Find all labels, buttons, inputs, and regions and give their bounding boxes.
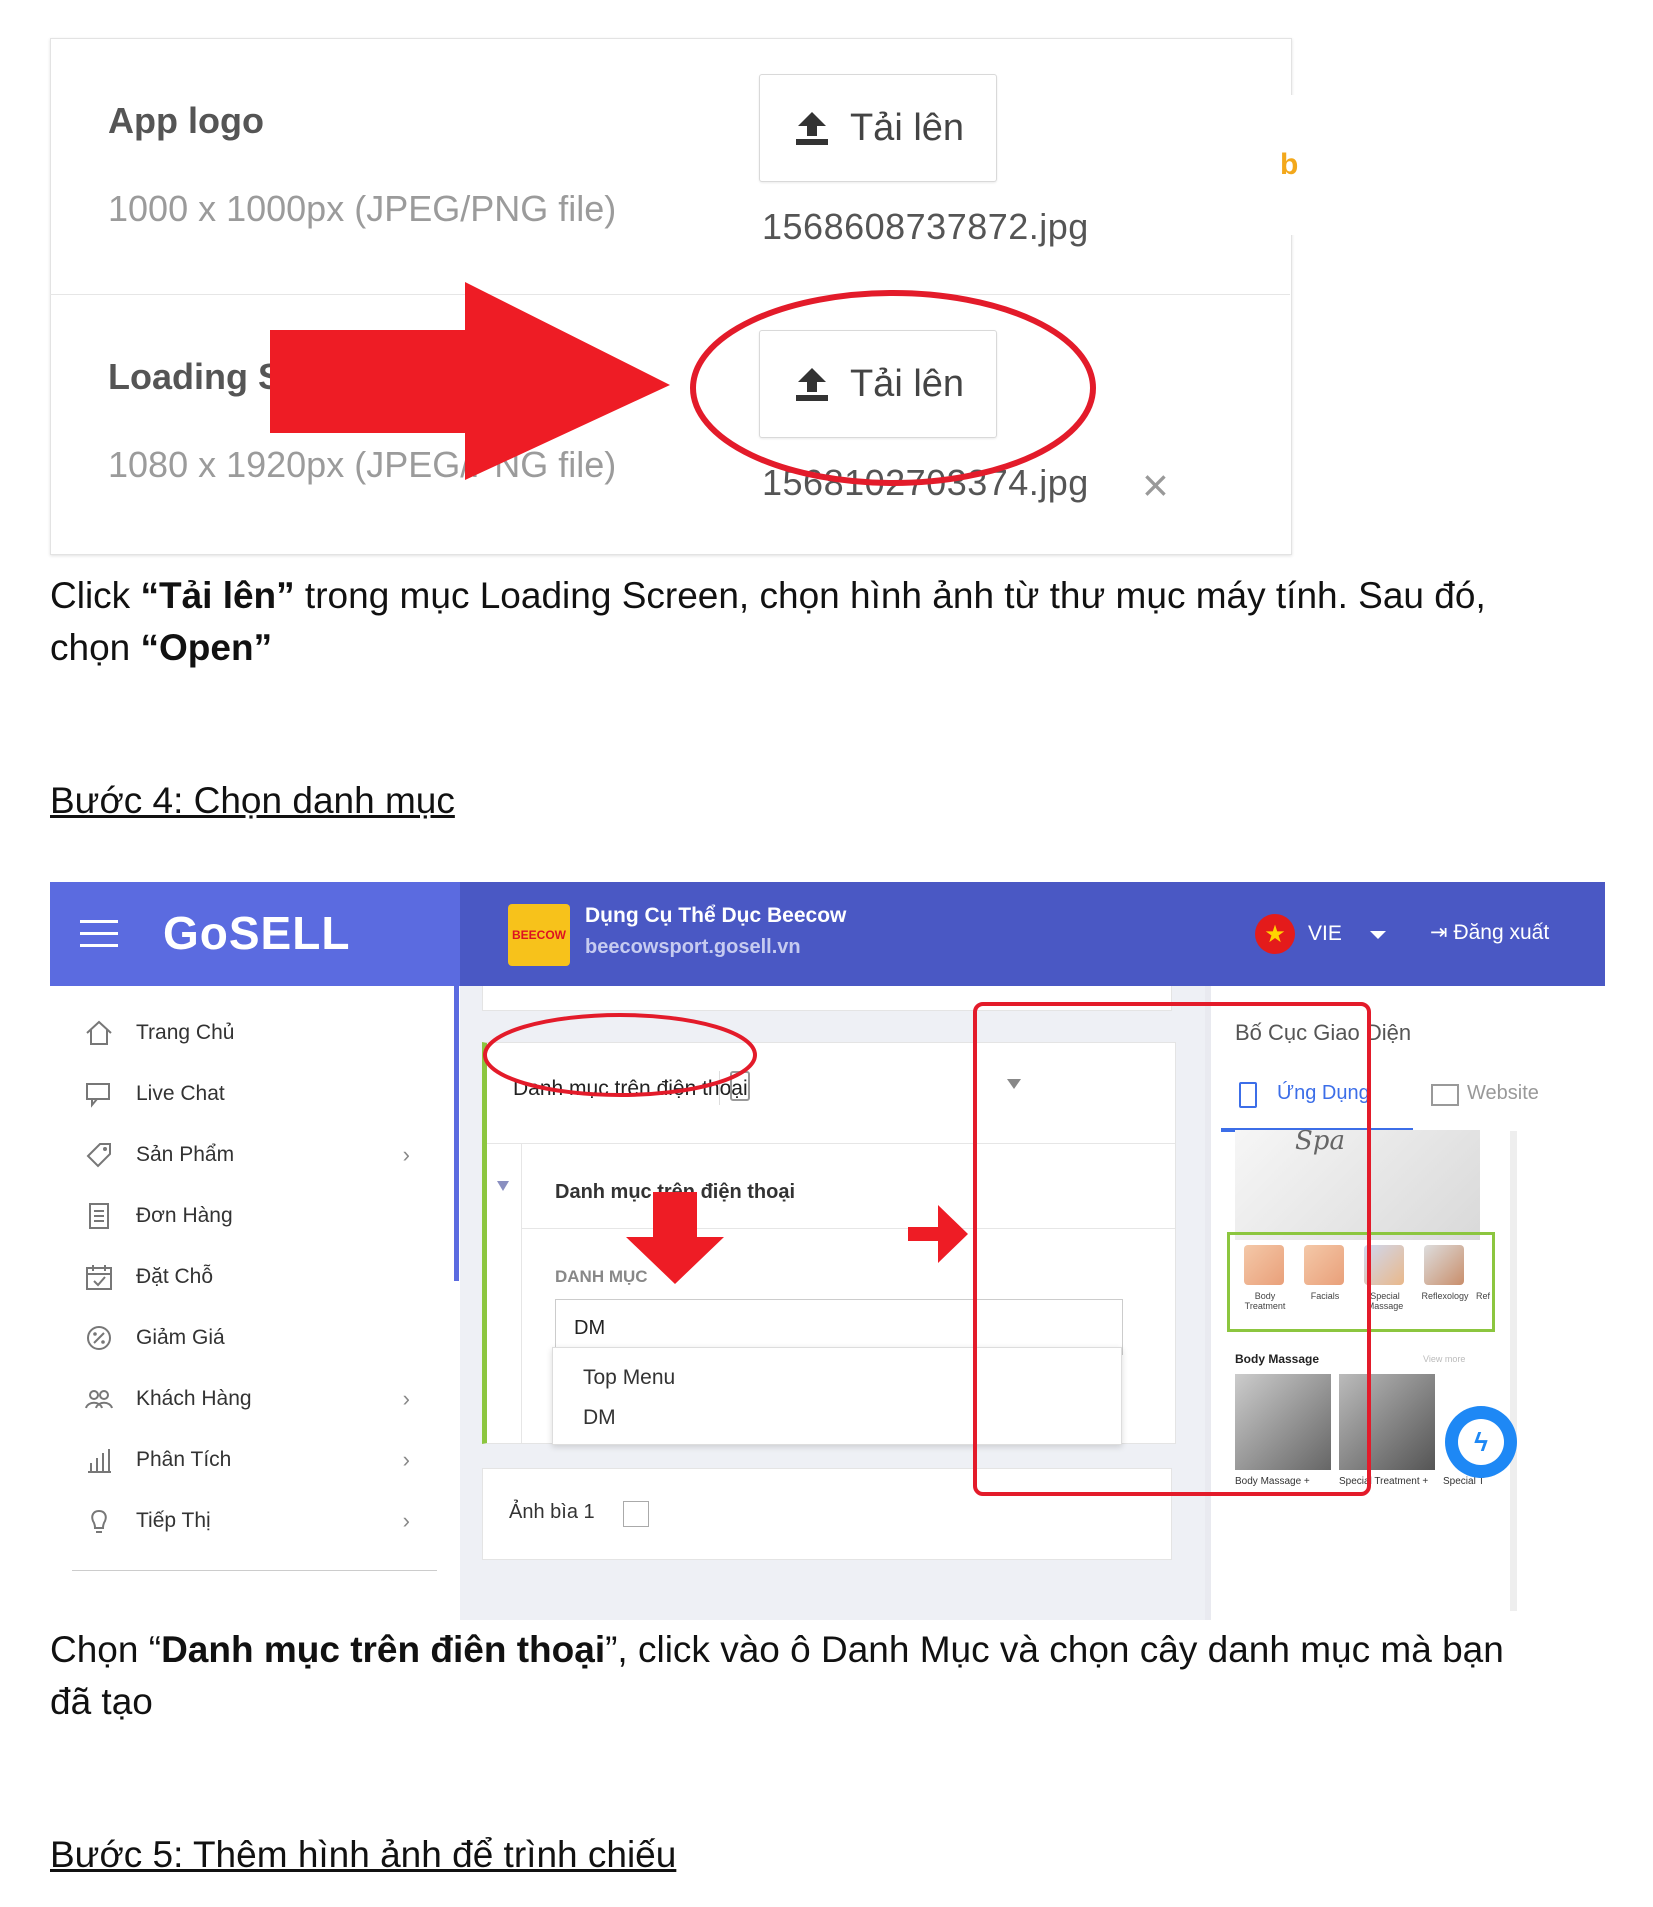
sidebar-item-san-pham[interactable]: Sản Phẩm › (50, 1124, 460, 1185)
brand-logo: GoSELL (163, 907, 351, 959)
step-5-heading: Bước 5: Thêm hình ảnh để trình chiếu (50, 1834, 677, 1875)
sidebar-item-phan-tich[interactable]: Phân Tích › (50, 1429, 460, 1490)
receipt-icon (82, 1199, 116, 1233)
menu-icon[interactable] (80, 920, 118, 947)
annotation-layer (483, 1002, 1371, 1496)
chat-icon (82, 1077, 116, 1111)
annotation-ellipse (690, 290, 1096, 486)
calendar-icon (82, 1260, 116, 1294)
remove-file-icon[interactable]: × (1142, 458, 1169, 512)
sidebar-item-giam-gia[interactable]: Giảm Giá (50, 1307, 460, 1368)
sidebar-item-tiep-thi[interactable]: Tiếp Thị › (50, 1490, 460, 1551)
home-icon (82, 1016, 116, 1050)
sidebar: Trang Chủ Live Chat Sản Phẩm › Đơn Hàng Đ… (50, 986, 460, 1620)
sidebar-item-dat-cho[interactable]: Đặt Chỗ (50, 1246, 460, 1307)
discount-icon (82, 1321, 116, 1355)
side-letter: b (1280, 148, 1299, 181)
step-4-heading: Bước 4: Chọn danh mục (50, 780, 455, 821)
chart-icon (82, 1443, 116, 1477)
users-icon (82, 1382, 116, 1416)
sidebar-item-trang-chu[interactable]: Trang Chủ (50, 1002, 460, 1063)
sidebar-divider (72, 1570, 437, 1571)
app-logo-upload-button[interactable]: Tải lên (759, 74, 997, 182)
app-logo-size: 1000 x 1000px (JPEG/PNG file) (108, 188, 617, 229)
caption-1: Click “Tải lên” trong mục Loading Screen… (50, 575, 1486, 668)
loading-screen-label: Loading S (108, 356, 282, 397)
annotation-arrow (270, 282, 670, 480)
brand-bar: GoSELL (50, 882, 460, 986)
tag-icon (82, 1138, 116, 1172)
sidebar-item-don-hang[interactable]: Đơn Hàng (50, 1185, 460, 1246)
sidebar-item-khach-hang[interactable]: Khách Hàng › (50, 1368, 460, 1429)
bulb-icon (82, 1504, 116, 1538)
sidebar-item-live-chat[interactable]: Live Chat (50, 1063, 460, 1124)
gosell-dashboard: GoSELL BEECOW Dụng Cụ Thể Dục Beecow bee… (50, 882, 1605, 1620)
upload-icon (795, 112, 828, 145)
app-logo-filename: 1568608737872.jpg (762, 206, 1089, 247)
upload-button-label: Tải lên (849, 106, 965, 149)
app-logo-label: App logo (108, 100, 264, 141)
caption-2: Chọn “Danh mục trên điên thoại”, click v… (50, 1629, 1504, 1722)
